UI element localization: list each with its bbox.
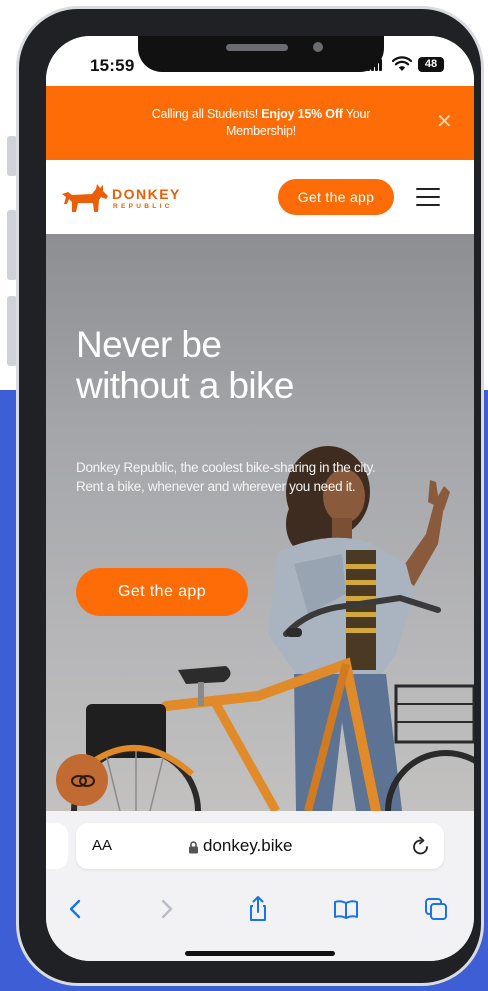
hero-title: Never be without a bike: [76, 324, 376, 406]
previous-tab-peek[interactable]: [46, 823, 68, 869]
brand-subword: REPUBLIC: [113, 203, 173, 210]
speaker-slot: [226, 44, 288, 51]
camera-dot: [313, 42, 323, 52]
url-text[interactable]: donkey.bike: [203, 836, 292, 856]
donkey-republic-logo[interactable]: DONKEY REPUBLIC: [60, 182, 220, 216]
status-time: 15:59: [90, 56, 135, 75]
reload-icon[interactable]: [411, 835, 431, 857]
hero-photo-woman-with-bike: [71, 446, 474, 811]
hero-title-line-1: Never be: [76, 324, 222, 365]
get-the-app-hero-button[interactable]: Get the app: [76, 568, 248, 616]
lock-icon: [189, 841, 198, 854]
browser-toolbar: AA donkey.bike: [46, 811, 474, 961]
tabs-icon[interactable]: [422, 895, 450, 923]
promo-banner: Calling all Students! Enjoy 15% Off Your…: [46, 86, 474, 160]
site-navbar: DONKEY REPUBLIC Get the app: [46, 160, 474, 234]
address-bar[interactable]: AA donkey.bike: [76, 823, 444, 869]
hero-title-line-2: without a bike: [76, 365, 294, 406]
home-indicator: [185, 951, 335, 956]
hero-subtitle: Donkey Republic, the coolest bike-sharin…: [76, 458, 436, 496]
hero-subtitle-line-1: Donkey Republic, the coolest bike-sharin…: [76, 460, 376, 475]
dynamic-notch: [138, 36, 384, 72]
get-the-app-nav-button[interactable]: Get the app: [278, 179, 394, 215]
hero-subtitle-line-2: Rent a bike, whenever and wherever you n…: [76, 479, 356, 494]
promo-prefix: Calling all Students!: [151, 107, 262, 121]
status-bar: 15:59 48: [46, 36, 474, 86]
share-icon[interactable]: [244, 895, 272, 923]
brand-wordmark: DONKEY: [112, 186, 181, 202]
promo-highlight: Enjoy 15% Off: [261, 107, 343, 121]
text-size-button[interactable]: AA: [92, 837, 112, 854]
back-icon[interactable]: [62, 895, 90, 923]
promo-text: Calling all Students! Enjoy 15% Off Your…: [116, 106, 406, 140]
cellular-signal-icon: [367, 59, 383, 71]
chat-bubble-icon: [71, 775, 95, 787]
phone-screen: 15:59 48 Calling all Students! Enjoy 15%…: [46, 36, 474, 961]
forward-icon[interactable]: [152, 895, 180, 923]
wifi-icon: [392, 56, 412, 71]
donkey-logo-icon: [62, 184, 108, 212]
bookmarks-icon[interactable]: [332, 895, 360, 923]
chat-widget-button[interactable]: [56, 754, 108, 806]
hero-section: Never be without a bike Donkey Republic,…: [46, 234, 474, 811]
battery-indicator: 48: [418, 57, 444, 72]
close-icon[interactable]: ✕: [436, 112, 453, 132]
hamburger-menu-icon[interactable]: [416, 188, 440, 206]
